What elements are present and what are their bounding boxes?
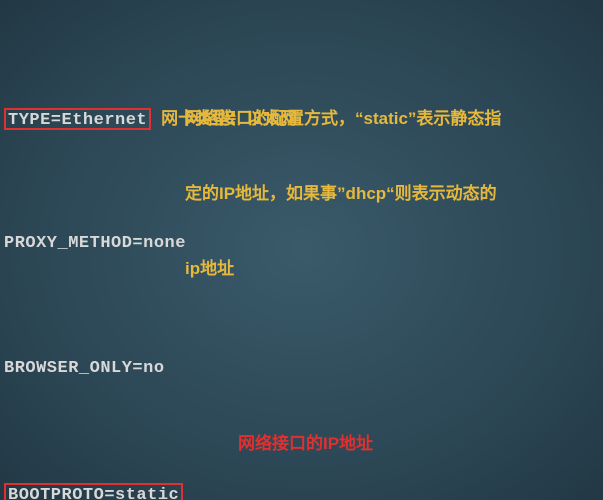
note-bootproto-l3: ip地址 bbox=[185, 256, 501, 281]
ip-notes: 网络接口的IP地址 子网掩码 默认网关地址 域名解析服务器 bbox=[238, 384, 373, 500]
cfg-proxy-method: PROXY_METHOD=none bbox=[4, 231, 186, 256]
cfg-bootproto: BOOTPROTO=static bbox=[4, 483, 183, 500]
note-bootproto: 网络接口的配置方式，“static”表示静态指 定的IP地址，如果事”dhcp“… bbox=[185, 56, 501, 331]
line-browser-only: BROWSER_ONLY=no bbox=[4, 356, 599, 381]
note-bootproto-l2: 定的IP地址，如果事”dhcp“则表示动态的 bbox=[185, 181, 501, 206]
note-ipaddr: 网络接口的IP地址 bbox=[238, 432, 373, 456]
note-bootproto-l1: 网络接口的配置方式，“static”表示静态指 bbox=[185, 106, 501, 131]
config-screenshot: TYPE=Ethernet 网卡类型：以太网 PROXY_METHOD=none… bbox=[0, 0, 603, 500]
cfg-type: TYPE=Ethernet bbox=[4, 108, 151, 130]
cfg-browser-only: BROWSER_ONLY=no bbox=[4, 356, 165, 381]
